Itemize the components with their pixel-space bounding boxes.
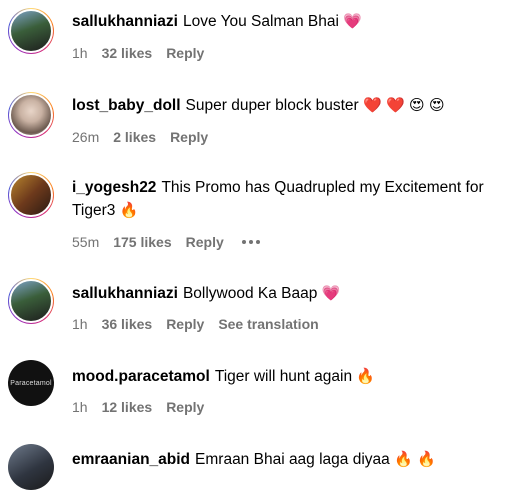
fire-emoji-icon: 🔥 <box>119 201 139 219</box>
comment-meta: 55m 175 likes Reply <box>72 234 274 250</box>
fire-emoji-icon: 🔥 <box>394 450 413 468</box>
avatar-logo-text: Paracetamol <box>10 379 52 387</box>
avatar-image <box>9 93 53 137</box>
username[interactable]: lost_baby_doll <box>72 97 181 114</box>
heart-eyes-emoji-icon: 😍 <box>409 96 425 114</box>
comment-text: Tiger will hunt again <box>214 368 353 385</box>
reply-button[interactable]: Reply <box>186 234 224 250</box>
avatar[interactable] <box>8 92 54 138</box>
username[interactable]: emraanian_abid <box>72 451 190 468</box>
username[interactable]: i_yogesh22 <box>72 179 156 196</box>
comment-text: Super duper block buster <box>185 97 359 114</box>
reply-button[interactable]: Reply <box>166 399 204 415</box>
heart-eyes-emoji-icon: 😍 <box>428 96 445 114</box>
timestamp: 55m <box>72 234 100 250</box>
more-options-icon[interactable] <box>241 240 260 244</box>
avatar-image <box>9 279 53 323</box>
avatar-image: Paracetamol <box>8 360 54 406</box>
timestamp: 1h <box>72 316 88 332</box>
likes-count[interactable]: 12 likes <box>102 399 153 415</box>
avatar[interactable]: Paracetamol <box>8 360 54 406</box>
comment-meta: 26m 2 likes Reply <box>72 129 222 145</box>
likes-count[interactable]: 175 likes <box>113 234 171 250</box>
reply-button[interactable]: Reply <box>166 45 204 61</box>
heart-emoji-icon: ❤️ <box>386 96 405 114</box>
comment-text: Bollywood Ka Baap <box>182 285 318 302</box>
avatar[interactable] <box>8 172 54 218</box>
avatar[interactable] <box>8 8 54 54</box>
avatar-image <box>9 9 53 53</box>
heart-emoji-icon: 💗 <box>321 284 341 302</box>
timestamp: 1h <box>72 399 88 415</box>
see-translation-link[interactable]: See translation <box>218 316 318 332</box>
heart-emoji-icon: ❤️ <box>363 96 382 114</box>
avatar[interactable] <box>8 444 54 490</box>
comment-meta: 1h 12 likes Reply <box>72 399 218 415</box>
likes-count[interactable]: 2 likes <box>113 129 156 145</box>
comment-text: Emraan Bhai aag laga diyaa <box>195 451 390 468</box>
username[interactable]: sallukhanniazi <box>72 13 178 30</box>
timestamp: 26m <box>72 129 100 145</box>
username[interactable]: sallukhanniazi <box>72 285 178 302</box>
likes-count[interactable]: 36 likes <box>102 316 153 332</box>
reply-button[interactable]: Reply <box>166 316 204 332</box>
reply-button[interactable]: Reply <box>170 129 208 145</box>
avatar[interactable] <box>8 278 54 324</box>
fire-emoji-icon: 🔥 <box>417 450 436 468</box>
likes-count[interactable]: 32 likes <box>102 45 153 61</box>
comment-meta: 1h 32 likes Reply <box>72 45 218 61</box>
username[interactable]: mood.paracetamol <box>72 368 210 385</box>
fire-emoji-icon: 🔥 <box>356 367 376 385</box>
avatar-image <box>9 173 53 217</box>
comment-text: Love You Salman Bhai <box>182 13 339 30</box>
timestamp: 1h <box>72 45 88 61</box>
avatar-image <box>8 444 54 490</box>
heart-emoji-icon: 💗 <box>343 12 362 30</box>
comment-meta: 1h 36 likes Reply See translation <box>72 316 333 332</box>
